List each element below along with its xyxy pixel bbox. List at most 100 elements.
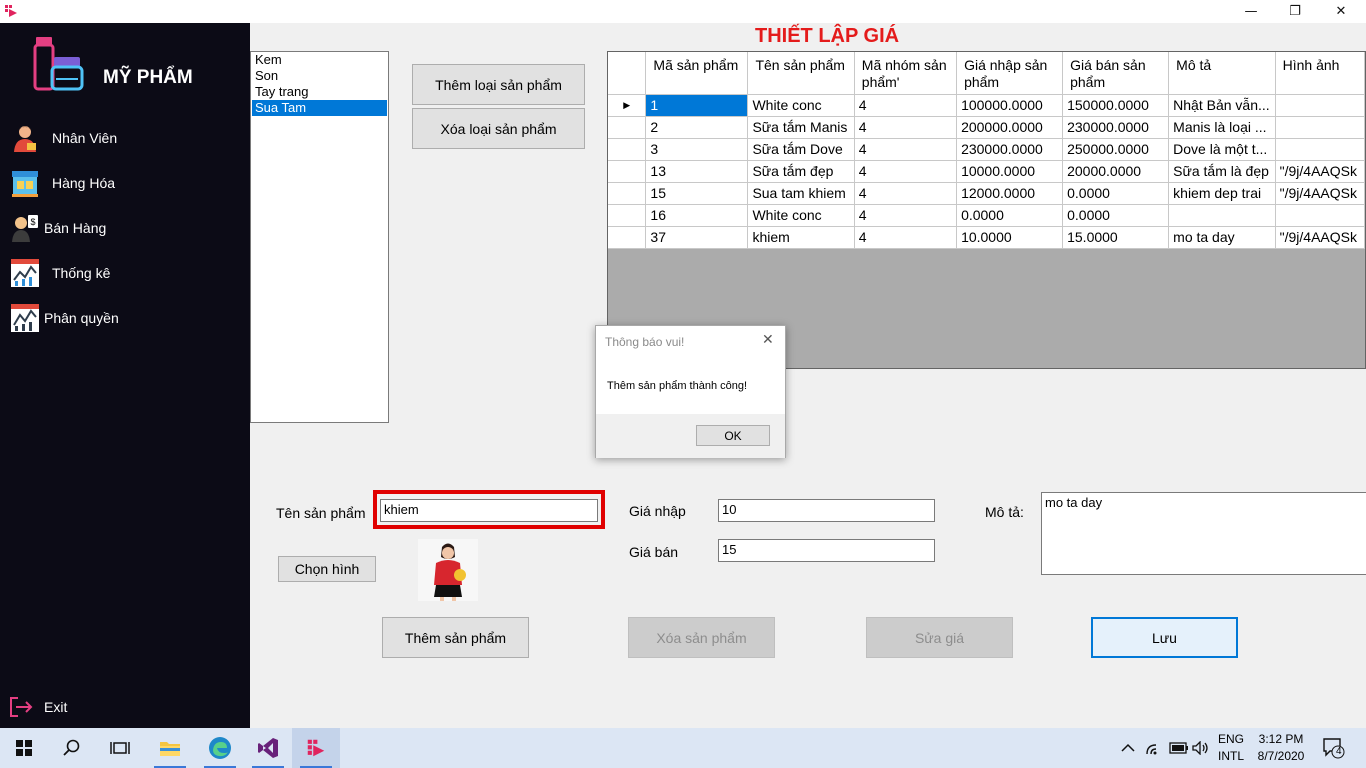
task-view-button[interactable] bbox=[96, 728, 144, 768]
table-cell[interactable]: 150000.0000 bbox=[1062, 94, 1170, 117]
table-cell[interactable]: Manis là loại ... bbox=[1168, 116, 1276, 139]
table-cell[interactable] bbox=[1275, 204, 1365, 227]
table-cell[interactable]: Dove là một t... bbox=[1168, 138, 1276, 161]
sale-price-input[interactable]: 15 bbox=[718, 539, 935, 562]
table-cell[interactable]: 230000.0000 bbox=[1062, 116, 1170, 139]
column-header[interactable]: Giá nhập sản phẩm bbox=[956, 52, 1064, 95]
table-cell[interactable]: 4 bbox=[854, 138, 958, 161]
table-cell[interactable]: 4 bbox=[854, 94, 958, 117]
list-item[interactable]: Kem bbox=[252, 52, 387, 68]
table-cell[interactable]: Sữa tắm Manis bbox=[747, 116, 855, 139]
row-header[interactable] bbox=[608, 226, 647, 249]
table-row[interactable]: 3 Sữa tắm Dove 4 230000.0000 250000.0000… bbox=[608, 138, 1365, 161]
nav-item-sales[interactable]: $ Bán Hàng bbox=[10, 211, 106, 245]
table-cell[interactable]: 10000.0000 bbox=[956, 160, 1064, 183]
column-header[interactable]: Mã nhóm sản phẩm' bbox=[854, 52, 958, 95]
table-cell[interactable] bbox=[1168, 204, 1276, 227]
nav-item-employees[interactable]: Nhân Viên bbox=[10, 121, 117, 155]
action-center-button[interactable]: 4 bbox=[1322, 728, 1346, 768]
table-cell[interactable]: khiem bbox=[747, 226, 855, 249]
edit-price-button[interactable]: Sửa giá bbox=[866, 617, 1013, 658]
show-hidden-icons[interactable] bbox=[1121, 728, 1135, 768]
table-cell[interactable]: 0.0000 bbox=[1062, 204, 1170, 227]
taskbar-app-cosmetics[interactable] bbox=[292, 728, 340, 768]
nav-item-statistics[interactable]: Thống kê bbox=[10, 256, 110, 290]
table-cell[interactable] bbox=[1275, 116, 1365, 139]
column-header[interactable]: Mã sản phẩm bbox=[645, 52, 749, 95]
dialog-close-icon[interactable]: ✕ bbox=[762, 332, 774, 348]
table-cell[interactable]: mo ta day bbox=[1168, 226, 1276, 249]
products-grid[interactable]: Mã sản phẩm Tên sản phẩm Mã nhóm sản phẩ… bbox=[607, 51, 1366, 369]
table-cell[interactable]: 200000.0000 bbox=[956, 116, 1064, 139]
table-cell[interactable]: 4 bbox=[854, 160, 958, 183]
table-cell[interactable]: 4 bbox=[854, 182, 958, 205]
table-cell[interactable] bbox=[1275, 94, 1365, 117]
start-button[interactable] bbox=[0, 728, 48, 768]
table-row[interactable]: 13 Sữa tắm đẹp 4 10000.0000 20000.0000 S… bbox=[608, 160, 1365, 183]
table-cell[interactable]: 4 bbox=[854, 116, 958, 139]
add-category-button[interactable]: Thêm loại sản phẩm bbox=[412, 64, 585, 105]
close-button[interactable]: ✕ bbox=[1318, 0, 1364, 23]
table-row[interactable]: ▶ 1 White conc 4 100000.0000 150000.0000… bbox=[608, 94, 1365, 117]
table-cell[interactable]: 4 bbox=[854, 226, 958, 249]
description-textarea[interactable]: mo ta day bbox=[1041, 492, 1366, 575]
table-cell[interactable]: khiem dep trai bbox=[1168, 182, 1276, 205]
column-header[interactable]: Hình ảnh bbox=[1275, 52, 1365, 95]
taskbar-file-explorer[interactable] bbox=[146, 728, 194, 768]
table-cell[interactable]: "/9j/4AAQSk bbox=[1275, 226, 1365, 249]
table-cell[interactable]: Sữa tắm là đẹp bbox=[1168, 160, 1276, 183]
table-row[interactable]: 2 Sữa tắm Manis 4 200000.0000 230000.000… bbox=[608, 116, 1365, 139]
save-button[interactable]: Lưu bbox=[1091, 617, 1238, 658]
table-cell[interactable]: 10.0000 bbox=[956, 226, 1064, 249]
table-row[interactable]: 15 Sua tam khiem 4 12000.0000 0.0000 khi… bbox=[608, 182, 1365, 205]
column-header[interactable]: Tên sản phẩm bbox=[747, 52, 855, 95]
delete-product-button[interactable]: Xóa sản phẩm bbox=[628, 617, 775, 658]
table-row[interactable]: 37 khiem 4 10.0000 15.0000 mo ta day "/9… bbox=[608, 226, 1365, 249]
battery-tray[interactable] bbox=[1169, 728, 1189, 768]
table-cell[interactable]: 3 bbox=[645, 138, 749, 161]
table-cell[interactable]: "/9j/4AAQSk bbox=[1275, 182, 1365, 205]
column-header[interactable]: Mô tả bbox=[1168, 52, 1276, 95]
exit-button[interactable]: Exit bbox=[8, 695, 67, 719]
dialog-ok-button[interactable]: OK bbox=[696, 425, 770, 446]
table-cell[interactable]: Sua tam khiem bbox=[747, 182, 855, 205]
table-cell[interactable]: "/9j/4AAQSk bbox=[1275, 160, 1365, 183]
row-header[interactable] bbox=[608, 160, 647, 183]
clock[interactable]: 3:12 PM 8/7/2020 bbox=[1256, 728, 1306, 768]
table-cell[interactable]: 15.0000 bbox=[1062, 226, 1170, 249]
table-cell[interactable] bbox=[1275, 138, 1365, 161]
search-button[interactable] bbox=[48, 728, 96, 768]
row-header[interactable] bbox=[608, 116, 647, 139]
table-cell[interactable]: Sữa tắm đẹp bbox=[747, 160, 855, 183]
delete-category-button[interactable]: Xóa loại sản phẩm bbox=[412, 108, 585, 149]
network-tray[interactable] bbox=[1145, 728, 1163, 768]
table-cell[interactable]: White conc bbox=[747, 204, 855, 227]
table-cell[interactable]: 12000.0000 bbox=[956, 182, 1064, 205]
list-item[interactable]: Son bbox=[252, 68, 387, 84]
table-cell[interactable]: 100000.0000 bbox=[956, 94, 1064, 117]
table-cell[interactable]: 15 bbox=[645, 182, 749, 205]
input-language[interactable]: ENG INTL bbox=[1218, 728, 1244, 768]
table-cell[interactable]: 20000.0000 bbox=[1062, 160, 1170, 183]
taskbar-visual-studio[interactable] bbox=[244, 728, 292, 768]
row-header[interactable] bbox=[608, 204, 647, 227]
table-cell[interactable]: Sữa tắm Dove bbox=[747, 138, 855, 161]
list-item[interactable]: Tay trang bbox=[252, 84, 387, 100]
table-row[interactable]: 16 White conc 4 0.0000 0.0000 bbox=[608, 204, 1365, 227]
minimize-button[interactable]: — bbox=[1228, 0, 1274, 23]
table-cell[interactable]: 13 bbox=[645, 160, 749, 183]
current-row-indicator[interactable]: ▶ bbox=[608, 94, 647, 117]
table-cell[interactable]: 0.0000 bbox=[1062, 182, 1170, 205]
table-cell[interactable]: 0.0000 bbox=[956, 204, 1064, 227]
table-cell[interactable]: 1 bbox=[645, 94, 749, 117]
add-product-button[interactable]: Thêm sản phẩm bbox=[382, 617, 529, 658]
product-name-input[interactable]: khiem bbox=[380, 499, 598, 522]
row-header[interactable] bbox=[608, 138, 647, 161]
taskbar-edge[interactable] bbox=[196, 728, 244, 768]
table-cell[interactable]: 37 bbox=[645, 226, 749, 249]
table-cell[interactable]: 4 bbox=[854, 204, 958, 227]
category-listbox[interactable]: Kem Son Tay trang Sua Tam bbox=[250, 51, 389, 423]
list-item-selected[interactable]: Sua Tam bbox=[252, 100, 387, 116]
table-cell[interactable]: 250000.0000 bbox=[1062, 138, 1170, 161]
volume-tray[interactable] bbox=[1192, 728, 1210, 768]
